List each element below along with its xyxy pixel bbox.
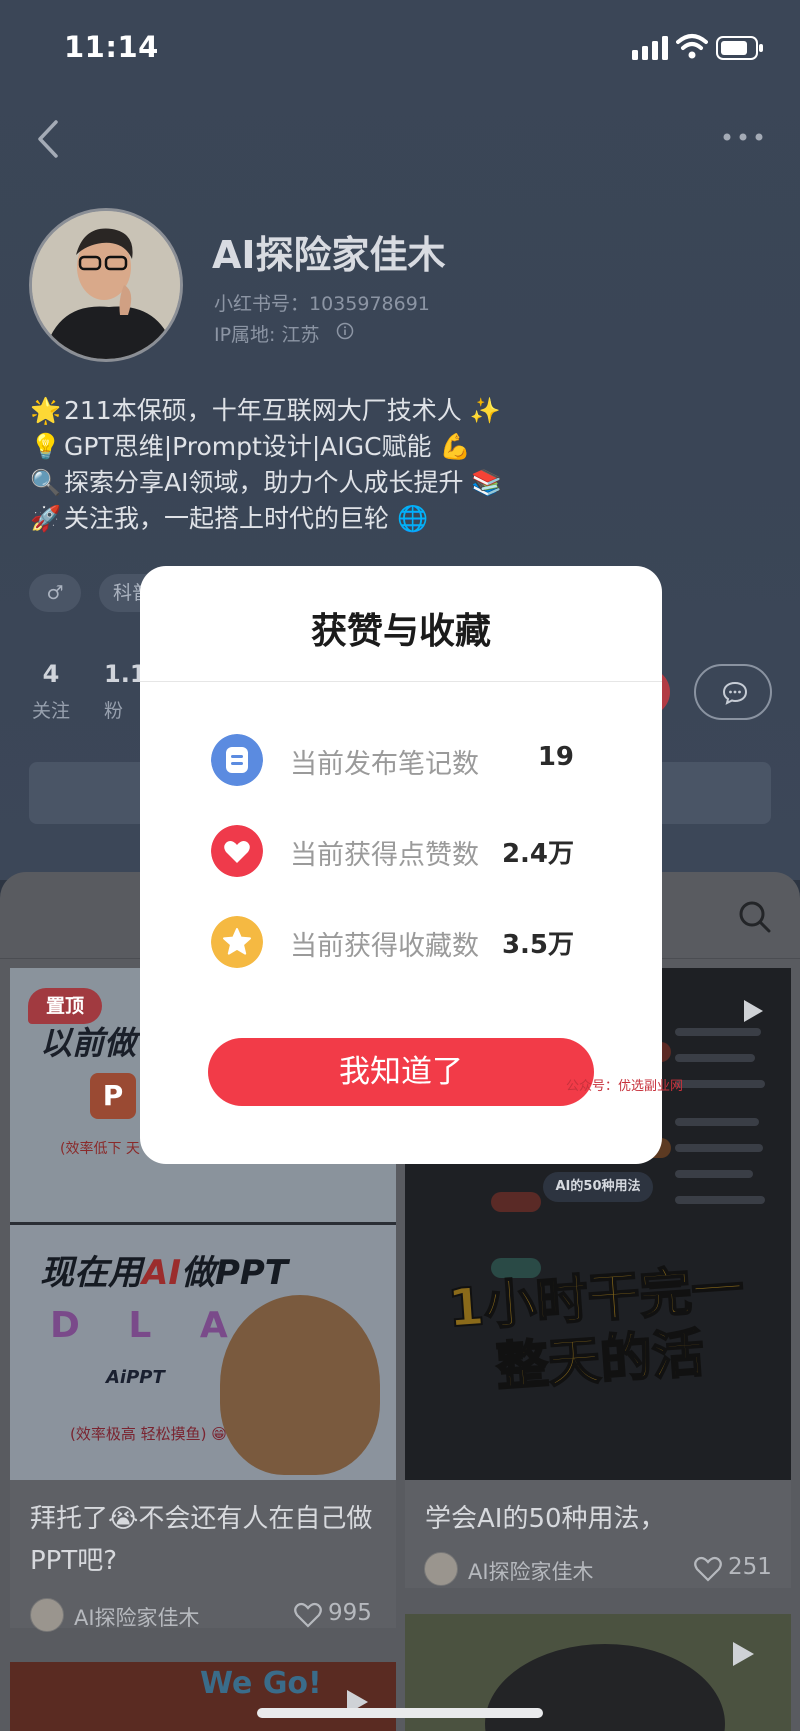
mindmap-line [675,1080,765,1088]
back-icon[interactable] [30,116,70,162]
thumbnail-title: 以前做 [40,1024,137,1062]
search-icon[interactable] [738,900,772,934]
mindmap-center: AI的50种用法 [543,1172,653,1202]
app-logos: D L A [50,1305,246,1346]
mindmap-line [675,1196,765,1204]
thumbnail-headline: 1小时干完一整天的活 [445,1258,747,1399]
dialog-title: 获赞与收藏 [310,611,491,652]
mindmap-line [675,1118,759,1126]
note-title[interactable]: 学会AI的50种用法， [425,1498,775,1540]
like-icon[interactable] [694,1556,722,1582]
note-thumbnail[interactable]: We Go! [10,1662,396,1731]
notes-count-value: 19 [537,742,574,772]
message-button[interactable] [694,664,772,720]
dialog-divider [140,681,662,682]
fans-label: 粉 [104,700,124,722]
signal-icon [632,36,668,60]
heart-icon [211,825,263,877]
thumbnail-note: (效率低下 天 [60,1141,140,1157]
ip-location: IP属地: 江苏 [214,324,320,346]
mindmap-line [675,1054,755,1062]
likes-count-label: 当前获得点赞数 [290,840,479,871]
play-icon [744,1000,763,1022]
profile-name: AI探险家佳木 [212,233,446,277]
battery-icon [716,36,763,60]
profile-bio: 🌟 211本保硕，十年互联网大厂技术人 ✨ 💡 GPT思维|Prompt设计|AIG… [30,393,590,537]
follow-count: 4 [42,660,60,688]
aippt-logo: AiPPT [106,1367,165,1388]
follow-stat[interactable]: 4 关注 [30,660,72,723]
favorites-count-label: 当前获得收藏数 [290,931,479,962]
status-time: 11:14 [64,30,159,64]
note-icon [211,734,263,786]
magnifier-emoji-icon: 🔍 [30,468,62,497]
bio-line: 🚀 关注我，一起搭上时代的巨轮 🌐 [30,501,590,537]
watermark-text: 公众号：优选副业网 [566,1079,684,1094]
wifi-icon [676,34,708,59]
thumbnail-title: 现在用AI做PPT [40,1253,288,1293]
mindmap-node [491,1192,541,1212]
fans-stat[interactable]: 1.1 粉 [104,660,147,723]
avatar[interactable] [29,208,183,362]
play-icon [733,1642,754,1666]
star-emoji-icon: 🌟 [30,396,62,425]
fans-count: 1.1 [104,660,147,688]
thumbnail-note: (效率极高 轻松摸鱼) 😁 [70,1425,227,1443]
thumbnail-lower: 现在用AI做PPT D L A AiPPT (效率极高 轻松摸鱼) 😁 [10,1225,396,1480]
pinned-badge: 置顶 [28,988,102,1024]
note-title[interactable]: 拜托了😭不会还有人在自己做PPT吧? [30,1498,380,1582]
favorites-count-value: 3.5万 [501,930,574,960]
mindmap-line [675,1028,761,1036]
home-indicator[interactable] [257,1708,543,1718]
powerpoint-icon: P [90,1073,136,1119]
like-icon[interactable] [294,1602,322,1628]
rocket-emoji-icon: 🚀 [30,504,62,533]
bulb-emoji-icon: 💡 [30,432,62,461]
like-count: 251 [728,1554,772,1580]
like-count: 995 [328,1600,372,1626]
notes-count-label: 当前发布笔记数 [290,749,479,780]
star-icon [211,916,263,968]
likes-count-value: 2.4万 [501,839,574,869]
author-avatar[interactable] [424,1552,458,1586]
author-name[interactable]: AI探险家佳木 [468,1556,594,1586]
follow-label: 关注 [31,700,70,722]
author-name[interactable]: AI探险家佳木 [74,1602,200,1632]
gender-tag: ♂ [29,574,81,612]
mindmap-line [675,1144,763,1152]
bio-line: 💡 GPT思维|Prompt设计|AIGC赋能 💪 [30,429,590,465]
author-avatar[interactable] [30,1598,64,1632]
bio-line: 🔍 探索分享AI领域，助力个人成长提升 📚 [30,465,590,501]
redbook-id: 小红书号：1035978691 [214,293,430,315]
mindmap-line [675,1170,753,1178]
info-icon[interactable] [336,322,354,340]
bio-line: 🌟 211本保硕，十年互联网大厂技术人 ✨ [30,393,590,429]
thumbnail-headline: We Go! [200,1666,322,1701]
status-bar: 11:14 [0,0,800,96]
confirm-button[interactable]: 我知道了 [208,1038,594,1106]
chat-icon [722,681,748,705]
more-icon[interactable] [720,124,766,150]
